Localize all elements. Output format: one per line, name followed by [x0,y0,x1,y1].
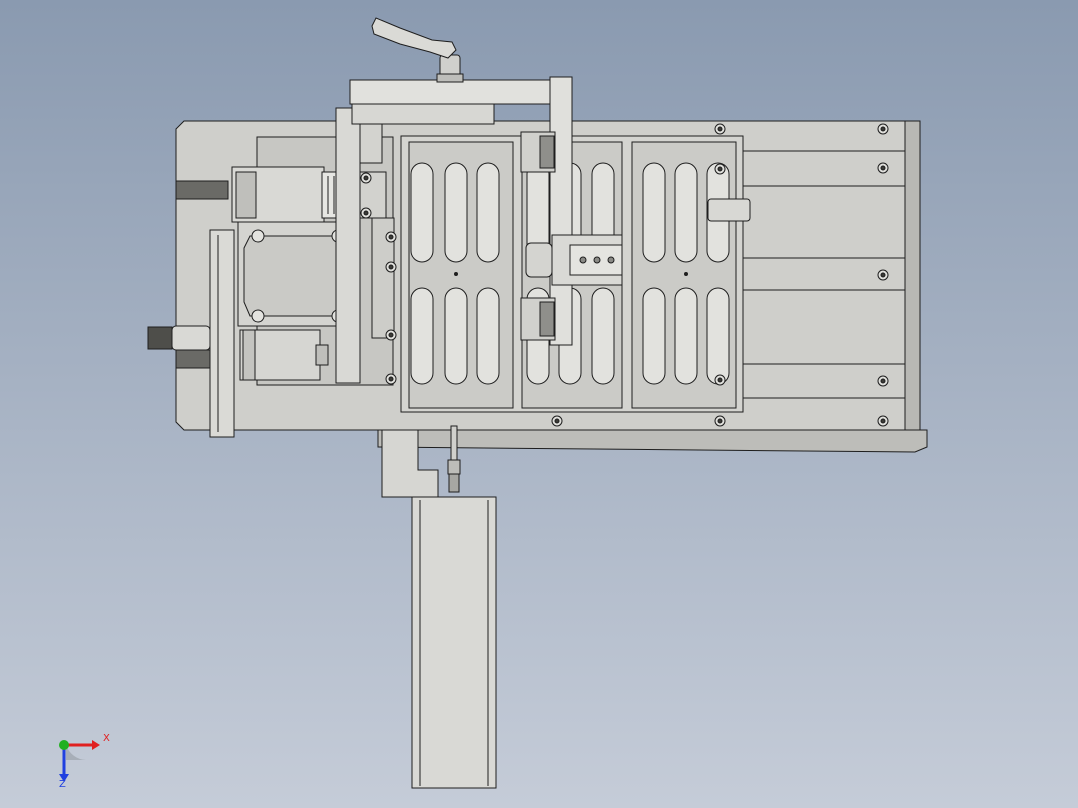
slider-screw [579,256,587,264]
clamp-nut [436,73,464,83]
motor-face [243,235,347,317]
screw-socket [363,210,369,216]
handle-grip[interactable] [411,496,497,789]
screw-socket [717,166,723,172]
y-axis-dot [59,740,69,750]
cassette-slot [476,162,500,263]
screw-socket [717,126,723,132]
screw-socket [363,175,369,181]
knob-collar [171,325,211,351]
screw-socket [388,376,394,382]
screw-socket [880,126,886,132]
spring-nut [447,459,461,475]
stop-tab[interactable] [707,198,751,222]
screw-socket [554,418,560,424]
cassette-slot [410,287,434,385]
sensor-bracket [242,329,256,381]
clamp-arm[interactable] [349,79,557,105]
adjust-knob[interactable] [147,326,173,350]
screw-socket [388,264,394,270]
motor-bracket-tab [235,171,257,219]
base-end-cap [904,120,921,431]
screw-socket [388,332,394,338]
spring-coil [448,473,460,493]
cassette-slot [642,287,666,385]
cad-viewport[interactable]: X Z [0,0,1078,808]
screw-socket [880,165,886,171]
screw-socket [717,418,723,424]
guide-strip-left[interactable] [335,107,361,384]
carriage-pad-bottom [539,301,555,337]
flange-screw [251,229,265,243]
carriage-pad-top [539,135,555,169]
spring-rod[interactable] [450,425,458,463]
left-side-plate[interactable] [209,229,235,438]
cassette-slot [642,162,666,263]
sensor-head [315,344,329,366]
roller[interactable] [525,242,553,278]
screw-socket [717,377,723,383]
top-clamp-bar[interactable] [351,101,495,125]
cassette-slot [706,287,730,385]
left-spacer-top [175,180,229,200]
flange-screw [251,309,265,323]
center-mark [454,272,458,276]
screw-socket [388,234,394,240]
slider-screw [593,256,601,264]
cassette-slot [444,287,468,385]
cassette-slot [410,162,434,263]
screw-socket [880,378,886,384]
screw-socket [880,418,886,424]
cassette-slot [674,162,698,263]
center-mark [684,272,688,276]
cassette-slot [444,162,468,263]
cassette-slot [591,287,615,385]
cassette-slot [674,287,698,385]
z-axis-label: Z [59,779,66,790]
screw-socket [880,272,886,278]
cad-model-view[interactable] [0,0,1078,808]
slider-screw [607,256,615,264]
x-axis-label: X [103,733,110,744]
cassette-slot [476,287,500,385]
